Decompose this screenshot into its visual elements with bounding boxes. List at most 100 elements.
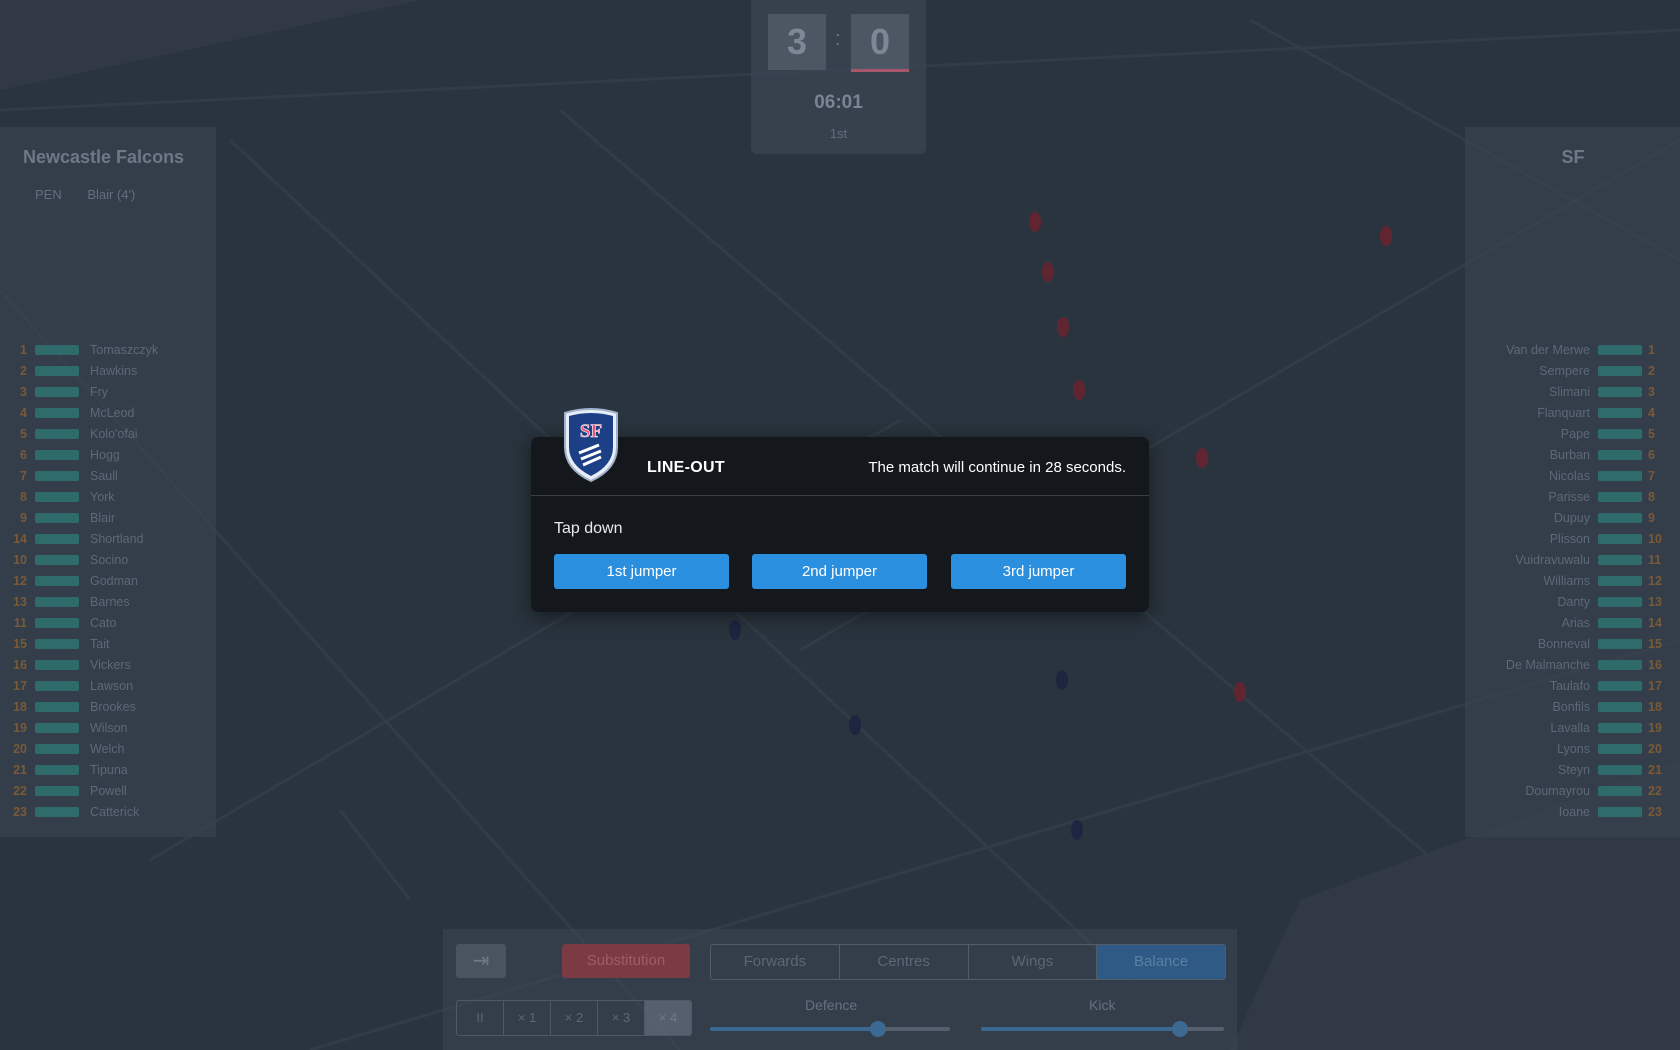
roster-row[interactable]: 11 Cato xyxy=(0,613,216,634)
player-name: McLeod xyxy=(90,406,135,420)
player-number: 22 xyxy=(13,784,27,798)
first-jumper-button[interactable]: 1st jumper xyxy=(554,554,729,589)
roster-row[interactable]: 6 Burban xyxy=(1465,445,1680,466)
roster-row[interactable]: 11 Vuidravuwalu xyxy=(1465,550,1680,571)
roster-row[interactable]: 21 Tipuna xyxy=(0,760,216,781)
roster-row[interactable]: 19 Wilson xyxy=(0,718,216,739)
substitution-button[interactable]: Substitution xyxy=(562,944,690,978)
roster-row[interactable]: 18 Bonfils xyxy=(1465,697,1680,718)
roster-row[interactable]: 14 Arias xyxy=(1465,613,1680,634)
roster-row[interactable]: 8 Parisse xyxy=(1465,487,1680,508)
exit-button[interactable]: ⇥ xyxy=(456,944,506,978)
roster-row[interactable]: 20 Welch xyxy=(0,739,216,760)
player-condition-bar xyxy=(35,702,79,712)
tab-centres[interactable]: Centres xyxy=(840,945,969,979)
roster-row[interactable]: 2 Sempere xyxy=(1465,361,1680,382)
player-name: Blair xyxy=(90,511,116,525)
dialog-header: SF LINE-OUT The match will continue in 2… xyxy=(531,408,1149,496)
player-number: 19 xyxy=(1648,721,1662,735)
speed-x1-button[interactable]: × 1 xyxy=(504,1001,551,1035)
speed-x2-button[interactable]: × 2 xyxy=(551,1001,598,1035)
player-condition-bar xyxy=(1598,408,1642,418)
roster-row[interactable]: 2 Hawkins xyxy=(0,361,216,382)
player-name: Vuidravuwalu xyxy=(1515,553,1590,567)
player-condition-bar xyxy=(35,345,79,355)
roster-row[interactable]: 18 Brookes xyxy=(0,697,216,718)
tab-balance[interactable]: Balance xyxy=(1097,945,1225,979)
player-number: 12 xyxy=(1648,574,1662,588)
player-condition-bar xyxy=(35,639,79,649)
kick-slider-knob[interactable] xyxy=(1172,1021,1189,1037)
roster-row[interactable]: 10 Socino xyxy=(0,550,216,571)
roster-row[interactable]: 9 Dupuy xyxy=(1465,508,1680,529)
roster-row[interactable]: 14 Shortland xyxy=(0,529,216,550)
player-condition-bar xyxy=(1598,345,1642,355)
roster-row[interactable]: 3 Slimani xyxy=(1465,382,1680,403)
player-condition-bar xyxy=(35,744,79,754)
player-name: Brookes xyxy=(90,700,136,714)
roster-row[interactable]: 23 Catterick xyxy=(0,802,216,823)
speed-x4-button[interactable]: × 4 xyxy=(645,1001,691,1035)
roster-row[interactable]: 9 Blair xyxy=(0,508,216,529)
roster-row[interactable]: 16 De Malmanche xyxy=(1465,655,1680,676)
second-jumper-button[interactable]: 2nd jumper xyxy=(752,554,927,589)
player-number: 2 xyxy=(1648,364,1655,378)
player-condition-bar xyxy=(35,807,79,817)
roster-row[interactable]: 8 York xyxy=(0,487,216,508)
roster-row[interactable]: 13 Danty xyxy=(1465,592,1680,613)
pause-button[interactable]: II xyxy=(457,1001,504,1035)
lineout-dialog: SF LINE-OUT The match will continue in 2… xyxy=(531,408,1149,612)
player-condition-bar xyxy=(35,450,79,460)
home-score: 3 xyxy=(768,14,826,70)
roster-row[interactable]: 12 Godman xyxy=(0,571,216,592)
roster-row[interactable]: 5 Pape xyxy=(1465,424,1680,445)
roster-row[interactable]: 7 Nicolas xyxy=(1465,466,1680,487)
roster-row[interactable]: 5 Kolo'ofai xyxy=(0,424,216,445)
roster-row[interactable]: 17 Taulafo xyxy=(1465,676,1680,697)
kick-label: Kick xyxy=(1089,997,1116,1013)
player-name: Flanquart xyxy=(1537,406,1590,420)
roster-row[interactable]: 4 Flanquart xyxy=(1465,403,1680,424)
player-number: 3 xyxy=(20,385,27,399)
roster-row[interactable]: 15 Tait xyxy=(0,634,216,655)
kick-slider-fill xyxy=(981,1027,1181,1031)
player-condition-bar xyxy=(1598,786,1642,796)
player-number: 11 xyxy=(1648,553,1662,567)
roster-row[interactable]: 16 Vickers xyxy=(0,655,216,676)
defence-label: Defence xyxy=(805,997,858,1013)
roster-row[interactable]: 6 Hogg xyxy=(0,445,216,466)
roster-row[interactable]: 3 Fry xyxy=(0,382,216,403)
roster-row[interactable]: 7 Saull xyxy=(0,466,216,487)
roster-row[interactable]: 15 Bonneval xyxy=(1465,634,1680,655)
third-jumper-button[interactable]: 3rd jumper xyxy=(951,554,1126,589)
roster-row[interactable]: 20 Lyons xyxy=(1465,739,1680,760)
roster-row[interactable]: 19 Lavalla xyxy=(1465,718,1680,739)
roster-row[interactable]: 4 McLeod xyxy=(0,403,216,424)
player-name: Tipuna xyxy=(90,763,128,777)
speed-x3-button[interactable]: × 3 xyxy=(598,1001,645,1035)
roster-row[interactable]: 22 Doumayrou xyxy=(1465,781,1680,802)
roster-row[interactable]: 1 Van der Merwe xyxy=(1465,340,1680,361)
player-condition-bar xyxy=(35,534,79,544)
roster-row[interactable]: 22 Powell xyxy=(0,781,216,802)
tab-wings[interactable]: Wings xyxy=(969,945,1098,979)
roster-row[interactable]: 1 Tomaszczyk xyxy=(0,340,216,361)
tab-forwards[interactable]: Forwards xyxy=(711,945,840,979)
defence-slider-knob[interactable] xyxy=(870,1021,886,1037)
player-name: York xyxy=(90,490,115,504)
match-controls: ⇥ Substitution Forwards Centres Wings Ba… xyxy=(443,929,1237,1050)
roster-row[interactable]: 12 Williams xyxy=(1465,571,1680,592)
player-name: Bonfils xyxy=(1552,700,1590,714)
roster-row[interactable]: 21 Steyn xyxy=(1465,760,1680,781)
roster-row[interactable]: 23 Ioane xyxy=(1465,802,1680,823)
defence-slider[interactable] xyxy=(710,1021,950,1037)
roster-row[interactable]: 10 Plisson xyxy=(1465,529,1680,550)
roster-row[interactable]: 17 Lawson xyxy=(0,676,216,697)
player-name: Arias xyxy=(1561,616,1590,630)
roster-row[interactable]: 13 Barnes xyxy=(0,592,216,613)
player-number: 16 xyxy=(1648,658,1662,672)
player-condition-bar xyxy=(35,366,79,376)
player-name: Van der Merwe xyxy=(1506,343,1590,357)
dialog-prompt: Tap down xyxy=(554,520,623,537)
kick-slider[interactable] xyxy=(981,1021,1224,1037)
